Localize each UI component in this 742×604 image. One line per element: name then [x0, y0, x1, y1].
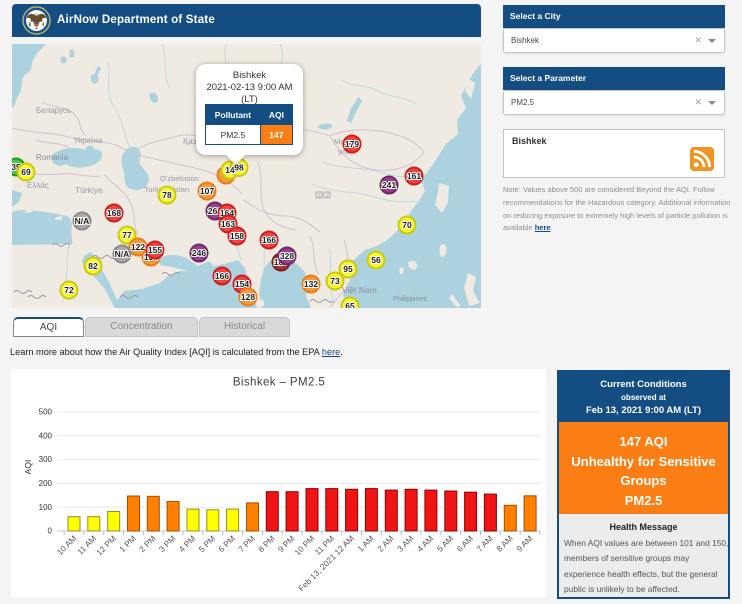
svg-text:241: 241 [382, 180, 396, 190]
svg-text:O'zbekiston: O'zbekiston [160, 174, 199, 183]
svg-text:0: 0 [48, 527, 53, 536]
svg-text:56: 56 [371, 255, 381, 265]
svg-text:107: 107 [200, 186, 214, 196]
svg-text:72: 72 [64, 285, 74, 295]
svg-text:246: 246 [192, 248, 206, 258]
svg-text:122: 122 [131, 242, 145, 252]
svg-text:155: 155 [148, 245, 162, 255]
svg-text:AQI: AQI [23, 460, 33, 475]
svg-text:300: 300 [39, 455, 53, 464]
svg-text:95: 95 [343, 264, 353, 274]
svg-text:N/A: N/A [115, 249, 130, 259]
svg-text:77: 77 [122, 230, 132, 240]
svg-text:158: 158 [230, 231, 244, 241]
svg-text:Romania: Romania [36, 153, 69, 162]
svg-text:500: 500 [39, 408, 53, 417]
svg-text:200: 200 [39, 479, 53, 488]
svg-text:168: 168 [107, 208, 121, 218]
svg-text:78: 78 [162, 190, 172, 200]
svg-text:65: 65 [345, 301, 355, 308]
svg-text:69: 69 [21, 167, 31, 177]
svg-text:Україна: Україна [74, 136, 103, 145]
svg-text:179: 179 [345, 139, 359, 149]
svg-text:82: 82 [88, 261, 98, 271]
svg-text:Ελλάς: Ελλάς [27, 181, 49, 190]
svg-text:Беларусь: Беларусь [36, 106, 71, 115]
svg-text:Philippines: Philippines [393, 296, 427, 303]
svg-text:132: 132 [304, 279, 318, 289]
svg-text:166: 166 [262, 235, 276, 245]
svg-text:400: 400 [39, 431, 53, 440]
svg-text:N/A: N/A [75, 216, 90, 226]
svg-text:73: 73 [330, 276, 340, 286]
svg-text:Bishkek – PM2.5: Bishkek – PM2.5 [233, 377, 325, 389]
svg-text:Türkiye: Türkiye [75, 185, 103, 195]
svg-text:70: 70 [402, 220, 412, 230]
svg-text:128: 128 [241, 292, 255, 302]
svg-text:161: 161 [407, 171, 421, 181]
svg-text:Việt Nam: Việt Nam [342, 285, 377, 295]
svg-text:100: 100 [39, 503, 53, 512]
svg-text:166: 166 [215, 271, 229, 281]
svg-text:328: 328 [280, 251, 294, 261]
